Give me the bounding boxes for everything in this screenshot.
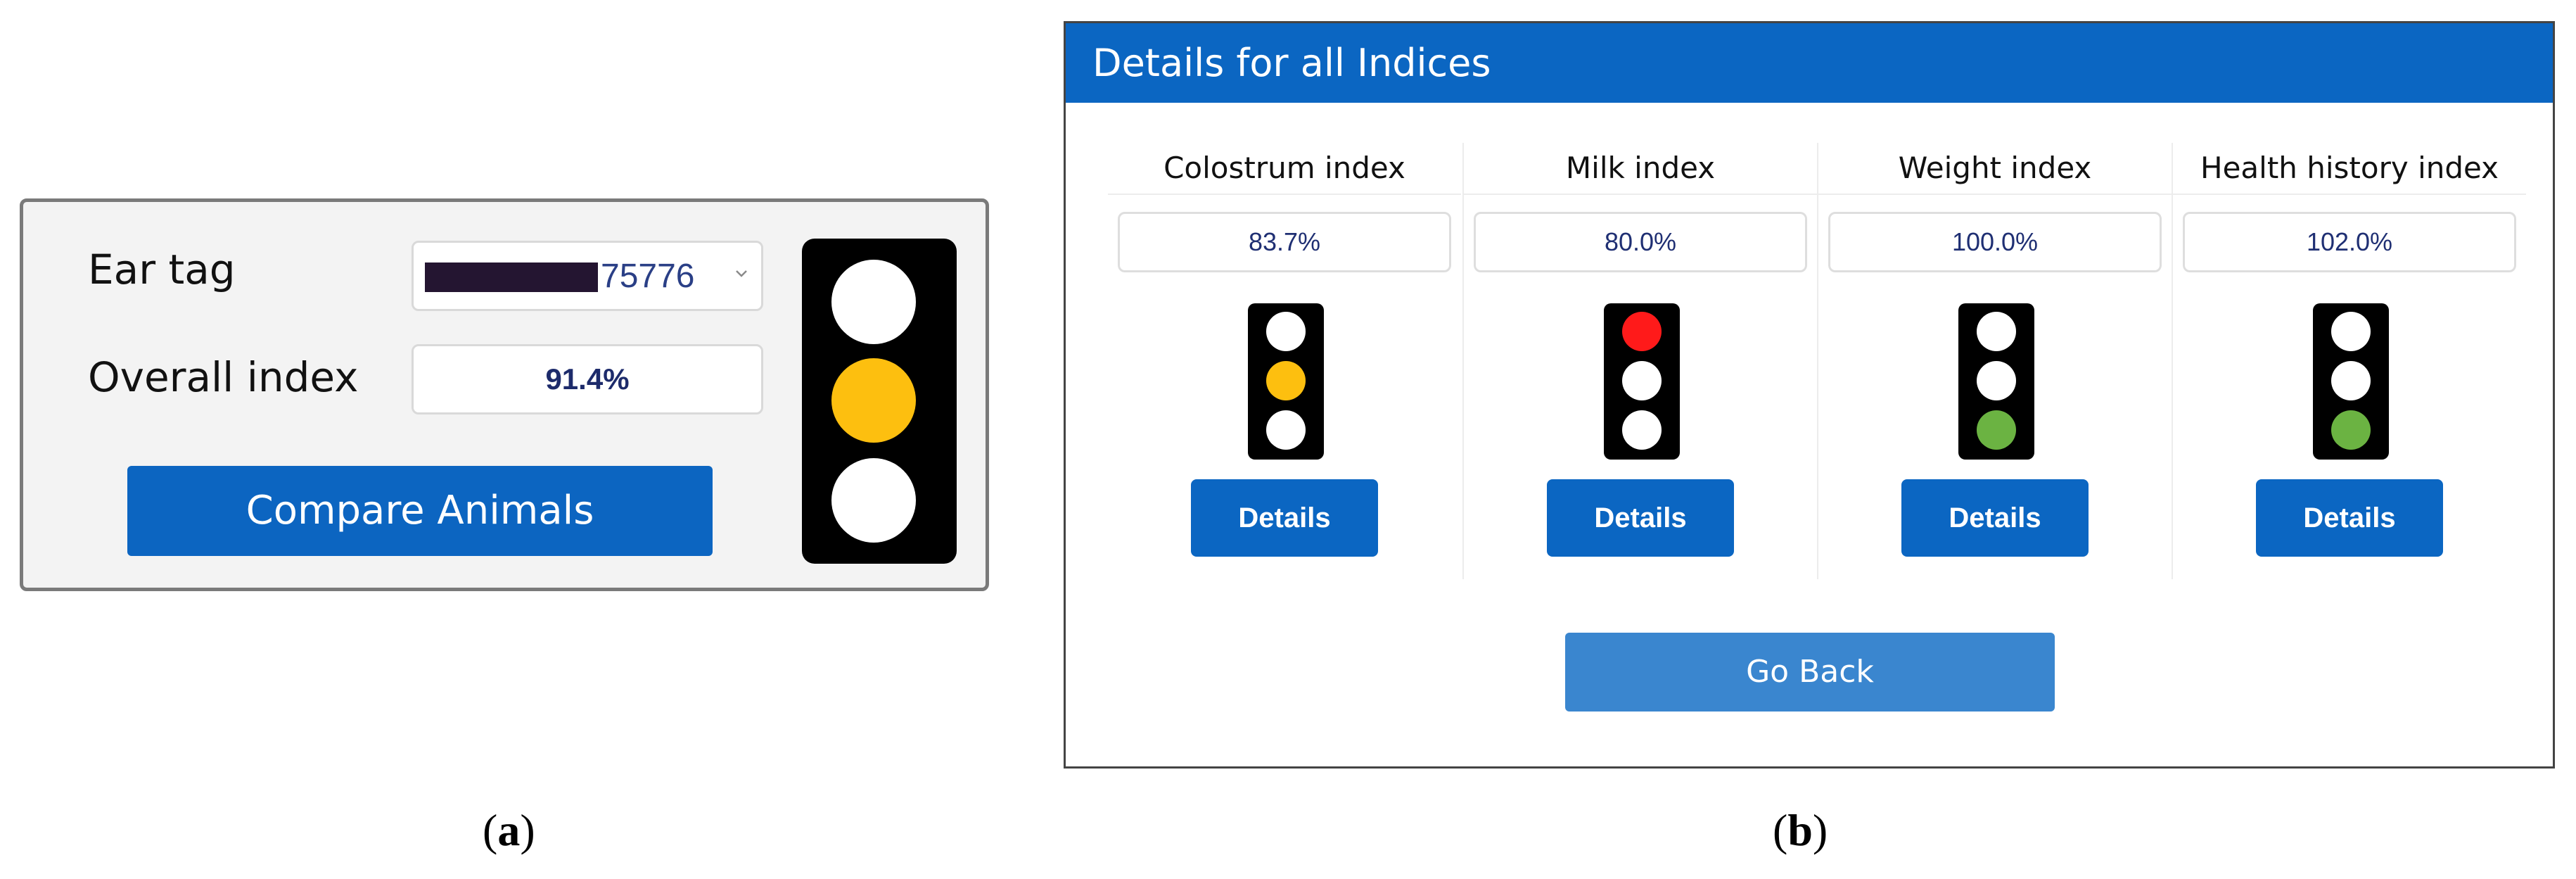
- ear-tag-label: Ear tag: [88, 246, 236, 293]
- index-name: Colostrum index: [1108, 143, 1461, 195]
- traffic-light-bottom-lamp: [2331, 410, 2371, 450]
- overall-index-value: 91.4%: [412, 344, 763, 415]
- traffic-light-top-lamp: [1977, 312, 2016, 351]
- animal-summary-panel: Ear tag 75776 Overall index 91.4% Compar…: [20, 198, 989, 591]
- index-value: 80.0%: [1474, 212, 1807, 272]
- redacted-ear-tag-prefix: [425, 263, 598, 292]
- traffic-light-top-lamp: [1622, 312, 1662, 351]
- index-value: 100.0%: [1828, 212, 2162, 272]
- details-button-health-history[interactable]: Details: [2256, 479, 2443, 557]
- traffic-light-bottom-lamp: [1622, 410, 1662, 450]
- ear-tag-value: 75776: [601, 258, 695, 295]
- details-button-weight[interactable]: Details: [1901, 479, 2089, 557]
- traffic-light-middle-lamp: [1977, 361, 2016, 400]
- index-name: Weight index: [1818, 143, 2172, 195]
- details-button-milk[interactable]: Details: [1547, 479, 1734, 557]
- index-column-colostrum: Colostrum index 83.7% Details: [1108, 143, 1461, 579]
- traffic-light-bottom-lamp: [1266, 410, 1306, 450]
- traffic-light-middle-lamp: [2331, 361, 2371, 400]
- index-value: 102.0%: [2183, 212, 2516, 272]
- caption-b-letter: b: [1787, 805, 1813, 855]
- indices-details-panel: Details for all Indices Colostrum index …: [1064, 21, 2555, 769]
- index-column-health-history: Health history index 102.0% Details: [2172, 143, 2526, 579]
- caption-a-letter: a: [497, 805, 521, 855]
- traffic-light-top-lamp: [2331, 312, 2371, 351]
- details-button-colostrum[interactable]: Details: [1191, 479, 1378, 557]
- index-name: Health history index: [2173, 143, 2526, 195]
- go-back-button[interactable]: Go Back: [1565, 633, 2055, 712]
- index-traffic-light: [2313, 303, 2389, 460]
- index-traffic-light: [1248, 303, 1324, 460]
- caption-a: (a): [483, 805, 535, 855]
- index-traffic-light: [1958, 303, 2034, 460]
- overall-index-label: Overall index: [88, 353, 359, 401]
- index-traffic-light: [1604, 303, 1680, 460]
- ear-tag-select[interactable]: 75776: [412, 241, 763, 311]
- traffic-light-middle-lamp: [1266, 361, 1306, 400]
- index-column-milk: Milk index 80.0% Details: [1462, 143, 1817, 579]
- traffic-light-top-lamp: [1266, 312, 1306, 351]
- panel-header-title: Details for all Indices: [1066, 23, 2553, 103]
- chevron-down-icon: [736, 270, 747, 277]
- compare-animals-button[interactable]: Compare Animals: [127, 466, 713, 556]
- traffic-light-middle-lamp: [1622, 361, 1662, 400]
- caption-b: (b): [1773, 805, 1828, 855]
- index-column-weight: Weight index 100.0% Details: [1817, 143, 2172, 579]
- traffic-light-top-lamp: [831, 260, 916, 344]
- overall-traffic-light: [802, 239, 957, 564]
- index-name: Milk index: [1464, 143, 1817, 195]
- traffic-light-bottom-lamp: [831, 458, 916, 543]
- index-value: 83.7%: [1118, 212, 1451, 272]
- traffic-light-middle-lamp: [831, 358, 916, 443]
- traffic-light-bottom-lamp: [1977, 410, 2016, 450]
